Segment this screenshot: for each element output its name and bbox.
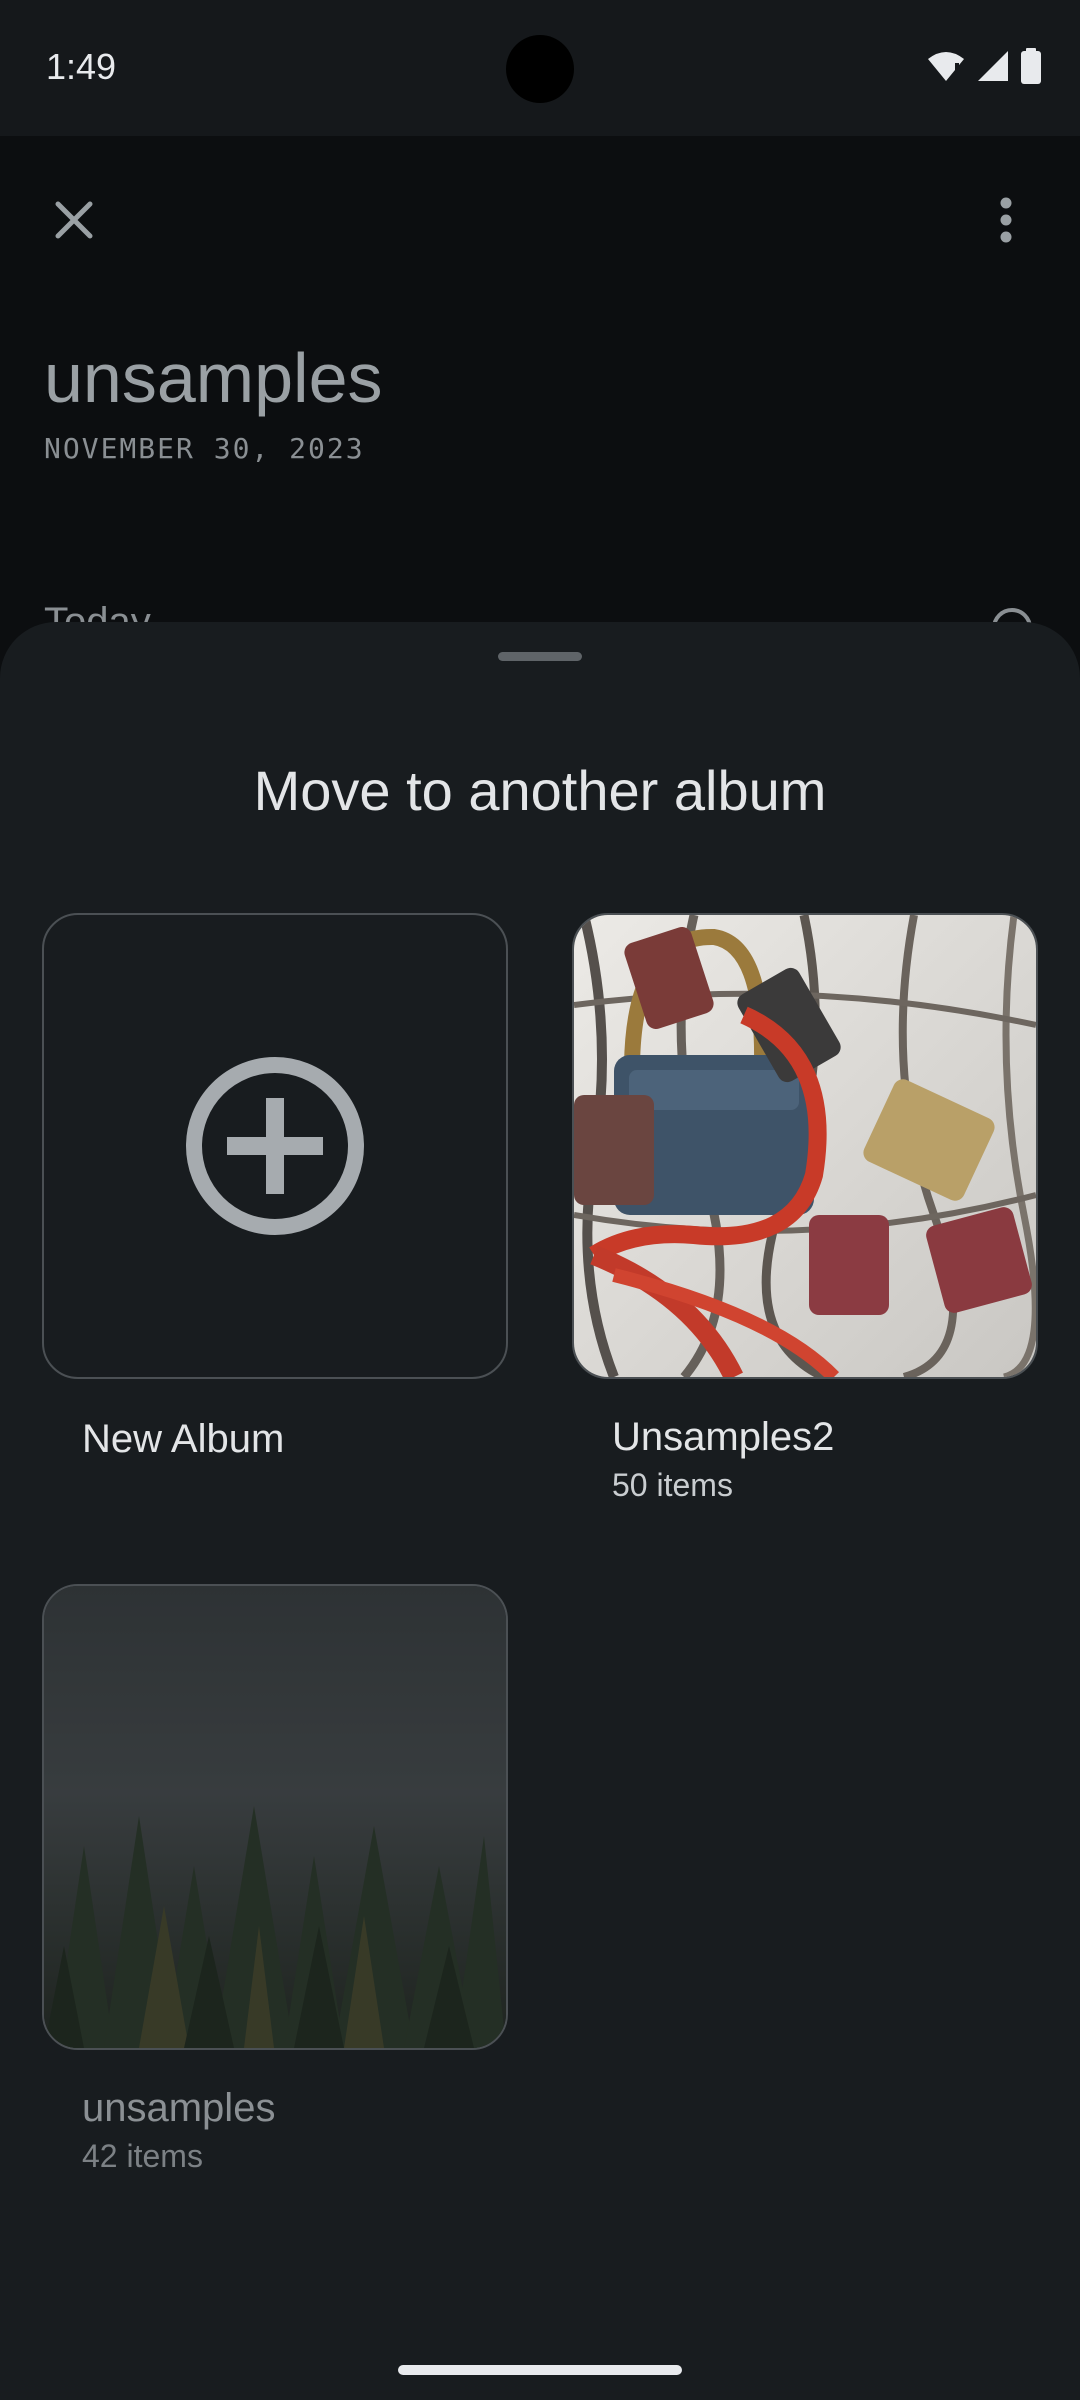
album-thumbnail — [42, 1584, 508, 2050]
album-thumbnail[interactable] — [572, 913, 1038, 1379]
sheet-title: Move to another album — [253, 759, 827, 822]
album-name: Unsamples2 — [612, 1415, 835, 1459]
move-to-album-sheet: Move to another album New Album Unsample… — [0, 622, 1080, 2400]
close-icon[interactable] — [38, 184, 110, 256]
battery-icon — [1020, 48, 1042, 89]
screen: 1:49 unsamples NOVEMBER 30, 2023 Move to… — [0, 0, 1080, 2400]
status-time: 1:49 — [46, 46, 117, 87]
drag-handle[interactable] — [498, 652, 582, 661]
more-vertical-icon[interactable] — [970, 184, 1042, 256]
album-count: 50 items — [612, 1467, 733, 1503]
gesture-nav-bar[interactable] — [398, 2365, 682, 2375]
add-circle-icon — [185, 1056, 365, 1241]
album-item-unsamples2[interactable]: Unsamples2 50 items — [572, 913, 1038, 1513]
new-album-button[interactable]: New Album — [42, 913, 508, 1473]
new-album-tile[interactable] — [42, 913, 508, 1379]
page-date: NOVEMBER 30, 2023 — [44, 432, 365, 465]
album-name: unsamples — [82, 2086, 276, 2130]
wifi-alert-icon — [926, 49, 966, 88]
status-icons — [926, 48, 1042, 89]
page-title: unsamples — [44, 339, 383, 417]
foggy-forest-photo — [44, 1586, 506, 2048]
album-count: 42 items — [82, 2138, 203, 2174]
camera-cutout — [506, 35, 574, 103]
padlocks-photo — [574, 915, 1036, 1377]
album-name: New Album — [82, 1417, 285, 1461]
album-item-unsamples: unsamples 42 items — [42, 1584, 508, 2184]
status-bar: 1:49 — [0, 0, 1080, 136]
cellular-signal-icon — [976, 49, 1010, 88]
